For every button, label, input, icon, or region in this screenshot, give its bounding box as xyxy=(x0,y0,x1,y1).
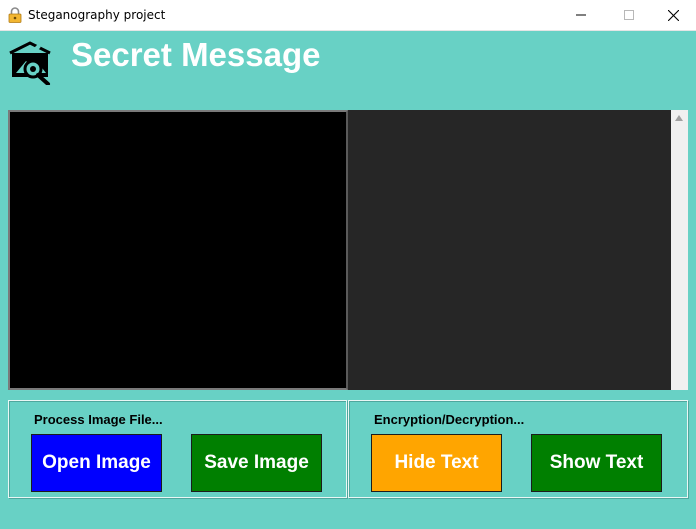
message-text-area[interactable] xyxy=(348,110,671,390)
lock-icon xyxy=(8,7,22,23)
encryption-frame: Encryption/Decryption... Hide Text Show … xyxy=(348,400,688,498)
maximize-icon xyxy=(624,10,634,20)
save-image-button[interactable]: Save Image xyxy=(191,434,322,492)
close-button[interactable] xyxy=(650,0,696,30)
encryption-frame-label: Encryption/Decryption... xyxy=(374,412,525,427)
scroll-up-arrow-icon[interactable] xyxy=(675,115,683,121)
window-title: Steganography project xyxy=(28,8,166,22)
title-bar: Steganography project xyxy=(0,0,696,31)
maximize-button[interactable] xyxy=(606,0,652,30)
show-text-button[interactable]: Show Text xyxy=(531,434,662,492)
open-image-button[interactable]: Open Image xyxy=(31,434,162,492)
image-search-icon xyxy=(9,41,51,85)
hide-text-button[interactable]: Hide Text xyxy=(371,434,502,492)
process-frame-label: Process Image File... xyxy=(34,412,163,427)
minimize-button[interactable] xyxy=(558,0,604,30)
close-icon xyxy=(667,9,679,21)
process-image-frame: Process Image File... Open Image Save Im… xyxy=(8,400,347,498)
image-display-panel xyxy=(8,110,348,390)
minimize-icon xyxy=(576,14,586,16)
text-area-scrollbar[interactable] xyxy=(671,110,688,390)
page-title: Secret Message xyxy=(71,36,321,73)
